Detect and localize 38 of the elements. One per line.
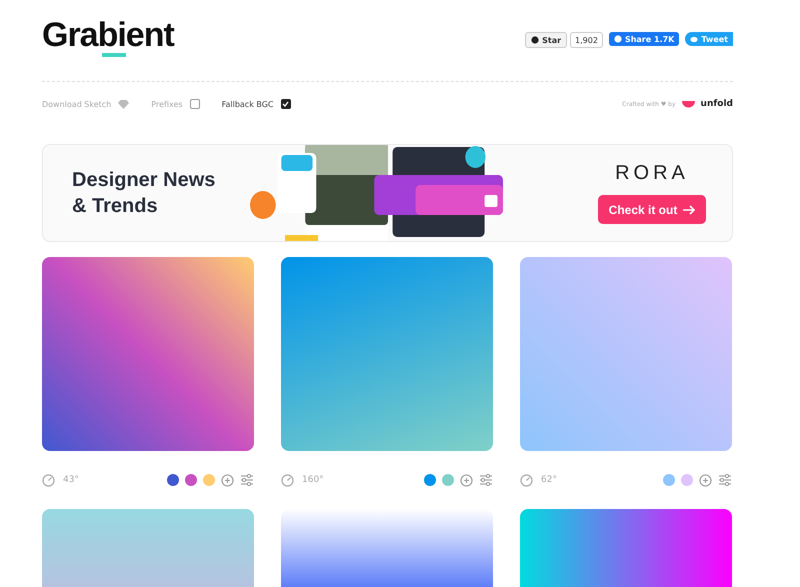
add-icon[interactable]: [460, 474, 473, 486]
share-button[interactable]: Share 1.7K: [608, 32, 680, 46]
share-button[interactable]: Star: [525, 32, 568, 48]
logo-underline: [102, 53, 126, 57]
unfold-logo-icon[interactable]: [682, 100, 695, 108]
star-count: 1,902: [570, 32, 603, 48]
add-icon[interactable]: [699, 474, 712, 486]
gradient-swatch[interactable]: [281, 257, 493, 451]
angle-label: 160°: [302, 475, 324, 485]
checkbox[interactable]: [190, 99, 200, 109]
sliders-icon[interactable]: [718, 474, 732, 486]
angle-label: 62°: [541, 475, 557, 485]
angle-label: 43°: [63, 475, 79, 485]
color-stop[interactable]: [203, 474, 215, 486]
color-stop[interactable]: [663, 474, 675, 486]
sliders-icon[interactable]: [479, 474, 493, 486]
color-stop[interactable]: [185, 474, 197, 486]
color-stop[interactable]: [681, 474, 693, 486]
banner-headline: Designer News & Trends: [71, 168, 216, 219]
add-icon[interactable]: [221, 474, 234, 486]
angle-icon[interactable]: [520, 474, 533, 486]
color-stop[interactable]: [442, 474, 454, 486]
checkbox[interactable]: [280, 99, 291, 109]
diamond-icon[interactable]: [118, 100, 130, 108]
gradient-swatch[interactable]: [42, 257, 254, 451]
color-stop[interactable]: [167, 474, 179, 486]
angle-icon[interactable]: [42, 474, 55, 486]
ad-banner[interactable]: Designer News & Trends RORA Check it out: [42, 144, 733, 242]
sliders-icon[interactable]: [240, 474, 254, 486]
arrow-icon: [683, 204, 696, 214]
check-it-out-button[interactable]: Check it out: [598, 195, 706, 224]
angle-icon[interactable]: [281, 474, 294, 486]
sponsor-logo[interactable]: RORA: [615, 162, 689, 185]
brand-name[interactable]: unfold: [700, 99, 733, 109]
gradient-swatch[interactable]: [520, 257, 732, 451]
logo[interactable]: Grabient: [42, 18, 174, 52]
color-stop[interactable]: [424, 474, 436, 486]
option-label[interactable]: Fallback BGC: [222, 100, 274, 108]
